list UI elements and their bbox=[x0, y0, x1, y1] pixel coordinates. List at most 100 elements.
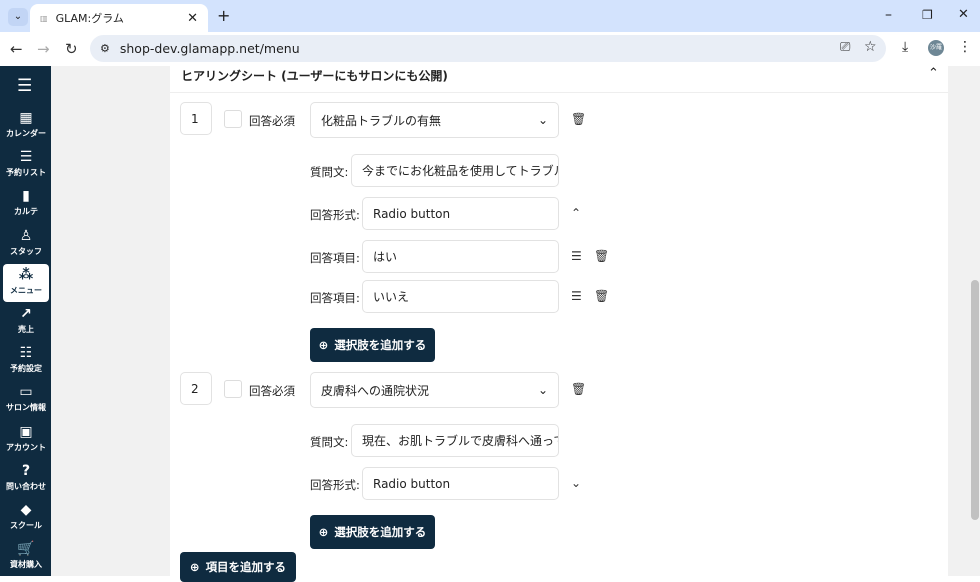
sidebar-item-label: アカウント bbox=[6, 442, 46, 452]
section-title: ヒアリングシート (ユーザーにもサロンにも公開) bbox=[181, 69, 448, 83]
sidebar-item-label: 予約リスト bbox=[6, 168, 46, 178]
sidebar-item-0[interactable]: ▦ カレンダー bbox=[3, 107, 49, 145]
chart-icon: ↗ bbox=[20, 306, 32, 322]
selected-value: 化粧品トラブルの有無 bbox=[321, 113, 442, 128]
browser-tab[interactable]: ▥ GLAM:グラム ✕ bbox=[30, 4, 208, 32]
sidebar-item-3[interactable]: ♙ スタッフ bbox=[3, 225, 49, 263]
store-icon: ▭ bbox=[19, 384, 33, 401]
cart-icon: 🛒 bbox=[17, 541, 35, 558]
required-label: 回答必須 bbox=[249, 114, 295, 128]
option-label: 回答項目: bbox=[310, 251, 360, 265]
back-icon[interactable]: ← bbox=[10, 40, 23, 58]
sidebar-item-label: 売上 bbox=[18, 325, 34, 334]
selected-value: 皮膚科への通院状況 bbox=[321, 383, 430, 398]
add-item-button[interactable]: ⊕ 項目を追加する bbox=[180, 552, 296, 582]
required-checkbox[interactable] bbox=[224, 110, 242, 128]
trash-icon[interactable]: 🗑 bbox=[594, 249, 609, 263]
sidebar-item-8[interactable]: ▣ アカウント bbox=[3, 421, 49, 459]
sidebar-item-label: サロン情報 bbox=[6, 403, 46, 413]
format-label: 回答形式: bbox=[310, 208, 360, 222]
sidebar-item-1[interactable]: ☰ 予約リスト bbox=[3, 146, 49, 184]
tab-search-button[interactable]: ⌄ bbox=[8, 8, 28, 26]
item-number-input[interactable]: 2 bbox=[180, 372, 212, 405]
sidebar-item-11[interactable]: 🛒 資材購入 bbox=[3, 538, 49, 576]
option-input[interactable]: はい bbox=[362, 240, 559, 273]
menu-circles-icon: ⁂ bbox=[18, 266, 34, 283]
reload-icon[interactable]: ↻ bbox=[65, 40, 78, 58]
avatar[interactable]: 沙羅 bbox=[928, 40, 944, 56]
sidebar-item-label: メニュー bbox=[10, 285, 42, 295]
sidebar: ☰ ▦ カレンダー ☰ 予約リスト ▮ カルテ ♙ スタッフ ⁂ メニュー ↗ 売上 ☷ 予約設定 ▭ サロン… bbox=[0, 66, 51, 576]
sidebar-item-9[interactable]: ? 問い合わせ bbox=[3, 460, 49, 498]
sidebar-item-label: カレンダー bbox=[6, 129, 46, 138]
format-input[interactable]: Radio button bbox=[362, 197, 559, 230]
sidebar-item-4[interactable]: ⁂ メニュー bbox=[3, 263, 49, 302]
question-input[interactable]: 今までにお化粧品を使用してトラブルはありましたか bbox=[351, 154, 559, 187]
sidebar-item-label: スクール bbox=[10, 521, 42, 530]
add-choice-label: 選択肢を追加する bbox=[334, 525, 427, 539]
question-title-select[interactable]: 化粧品トラブルの有無 ⌄ bbox=[310, 102, 559, 138]
add-choice-label: 選択肢を追加する bbox=[334, 338, 427, 352]
install-app-icon[interactable]: ⎚ bbox=[840, 40, 850, 55]
list-icon: ☰ bbox=[19, 149, 33, 166]
chevron-down-icon: ⌄ bbox=[537, 113, 548, 127]
new-tab-button[interactable]: + bbox=[217, 6, 230, 25]
sidebar-item-label: カルテ bbox=[14, 207, 38, 217]
collapse-section-icon[interactable]: ⌃ bbox=[928, 66, 939, 81]
url-text: shop-dev.glamapp.net/menu bbox=[119, 41, 300, 56]
question-input[interactable]: 現在、お肌トラブルで皮膚科へ通っていますか bbox=[351, 424, 559, 457]
format-label: 回答形式: bbox=[310, 478, 360, 492]
option-input[interactable]: いいえ bbox=[362, 280, 559, 313]
site-settings-icon[interactable]: ⚙ bbox=[100, 42, 110, 55]
plus-circle-icon: ⊕ bbox=[318, 338, 329, 352]
address-bar[interactable]: ⚙ shop-dev.glamapp.net/menu bbox=[90, 35, 886, 62]
checklist-icon: ☷ bbox=[19, 345, 33, 362]
sidebar-item-label: スタッフ bbox=[10, 246, 42, 256]
trash-icon[interactable]: 🗑 bbox=[571, 382, 586, 396]
add-choice-button[interactable]: ⊕ 選択肢を追加する bbox=[310, 515, 435, 549]
scrollbar-thumb[interactable] bbox=[971, 280, 979, 520]
trash-icon[interactable]: 🗑 bbox=[594, 289, 609, 303]
add-item-label: 項目を追加する bbox=[205, 560, 287, 574]
question-label: 質問文: bbox=[310, 435, 349, 449]
restore-button[interactable]: ❐ bbox=[922, 8, 933, 22]
sidebar-item-label: 資材購入 bbox=[10, 560, 42, 570]
trash-icon[interactable]: 🗑 bbox=[571, 112, 586, 126]
tab-title: GLAM:グラム bbox=[55, 12, 124, 25]
drag-handle-icon[interactable]: ☰ bbox=[571, 249, 582, 263]
minimize-button[interactable]: – bbox=[885, 7, 892, 23]
plus-circle-icon: ⊕ bbox=[318, 525, 329, 539]
chevron-down-icon: ⌄ bbox=[537, 383, 548, 397]
question-label: 質問文: bbox=[310, 165, 349, 179]
hamburger-menu-icon[interactable]: ☰ bbox=[17, 76, 32, 96]
download-icon[interactable]: ⤓ bbox=[902, 39, 908, 55]
graduation-icon: ◆ bbox=[20, 502, 32, 518]
divider bbox=[170, 92, 948, 93]
hearing-sheet-card bbox=[170, 66, 948, 576]
sidebar-item-5[interactable]: ↗ 売上 bbox=[3, 303, 49, 341]
sidebar-item-label: 予約設定 bbox=[10, 364, 42, 374]
question-title-select[interactable]: 皮膚科への通院状況 ⌄ bbox=[310, 372, 559, 408]
forward-icon[interactable]: → bbox=[37, 40, 50, 58]
id-card-icon: ▣ bbox=[19, 423, 33, 440]
chevron-down-icon[interactable]: ⌄ bbox=[571, 476, 581, 490]
required-checkbox[interactable] bbox=[224, 380, 242, 398]
sidebar-item-7[interactable]: ▭ サロン情報 bbox=[3, 381, 49, 419]
close-window-button[interactable]: ✕ bbox=[958, 7, 969, 22]
drag-handle-icon[interactable]: ☰ bbox=[571, 289, 582, 303]
sidebar-item-label: 問い合わせ bbox=[6, 481, 46, 491]
sidebar-item-6[interactable]: ☷ 予約設定 bbox=[3, 342, 49, 380]
close-tab-icon[interactable]: ✕ bbox=[187, 11, 198, 26]
option-label: 回答項目: bbox=[310, 291, 360, 305]
chevron-up-icon[interactable]: ⌃ bbox=[571, 206, 581, 220]
staff-icon: ♙ bbox=[19, 227, 33, 244]
sidebar-item-10[interactable]: ◆ スクール bbox=[3, 499, 49, 537]
item-number-input[interactable]: 1 bbox=[180, 102, 212, 135]
sidebar-item-2[interactable]: ▮ カルテ bbox=[3, 185, 49, 223]
plus-circle-icon: ⊕ bbox=[189, 560, 200, 574]
format-input[interactable]: Radio button bbox=[362, 467, 559, 500]
add-choice-button[interactable]: ⊕ 選択肢を追加する bbox=[310, 328, 435, 362]
calendar-icon: ▦ bbox=[19, 110, 33, 126]
browser-menu-icon[interactable]: ⋮ bbox=[958, 39, 972, 55]
bookmark-star-icon[interactable]: ☆ bbox=[864, 39, 877, 55]
